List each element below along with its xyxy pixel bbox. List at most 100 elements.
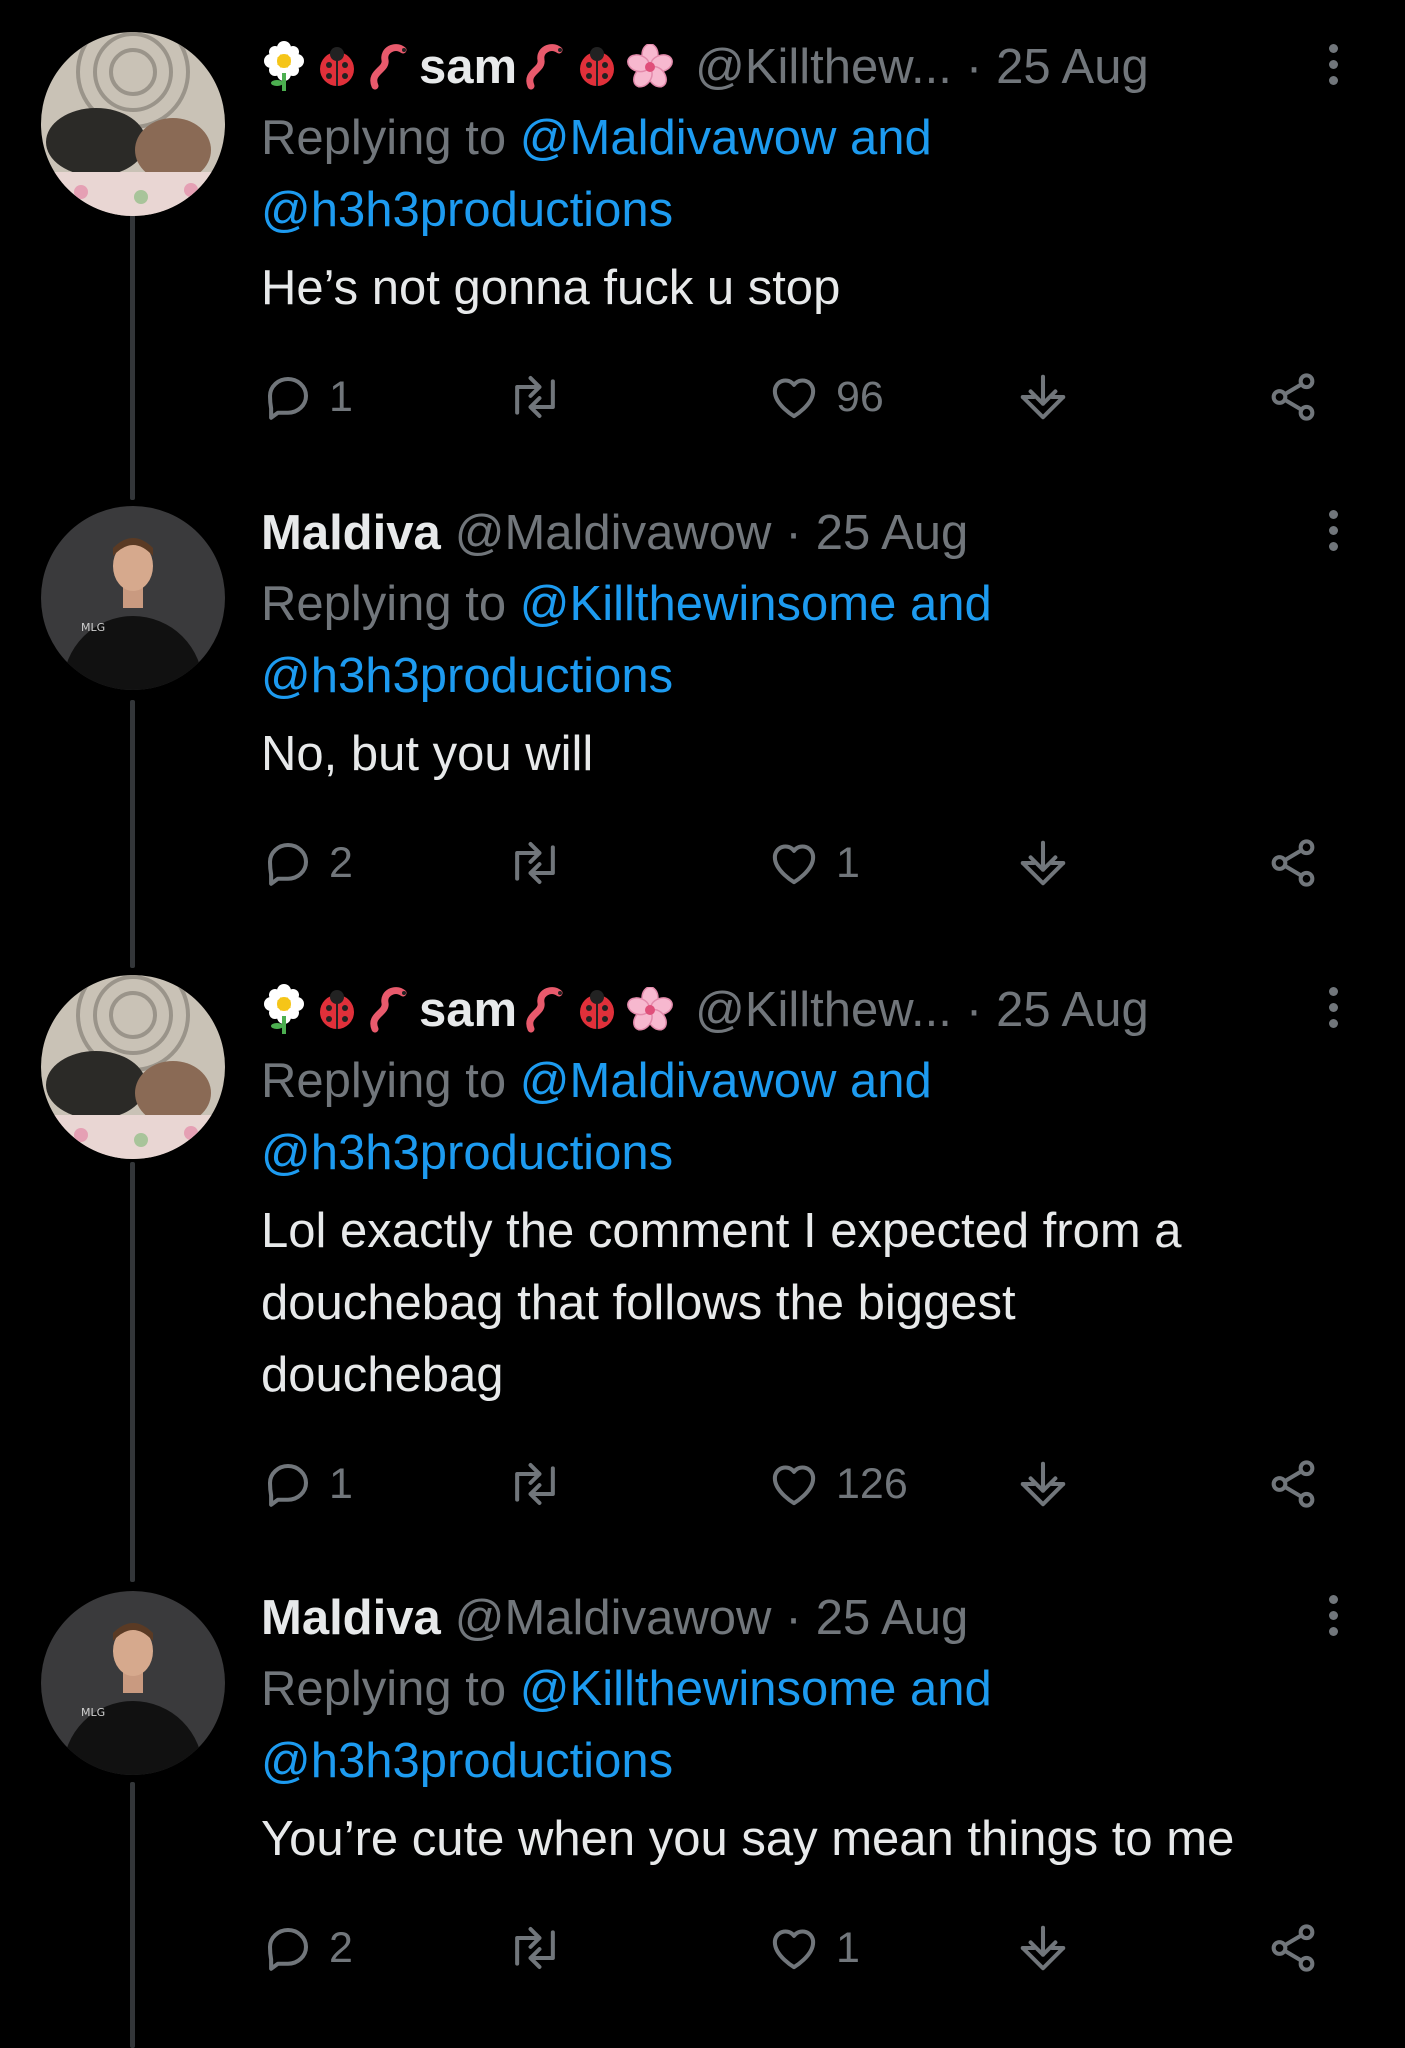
reply-icon xyxy=(267,842,309,886)
save-icon xyxy=(1020,1925,1066,1971)
save-icon xyxy=(1020,374,1066,420)
tweet-date[interactable]: 25 Aug xyxy=(816,498,969,568)
avatar[interactable]: MLG xyxy=(41,1591,225,1775)
like-icon xyxy=(772,844,816,885)
display-name[interactable]: Maldiva xyxy=(261,1583,441,1653)
tweet-actions: 1 126 xyxy=(261,1449,1341,1519)
mention-link[interactable]: @Maldivawow and xyxy=(520,111,932,165)
more-icon[interactable] xyxy=(1319,44,1347,92)
like-button[interactable]: 1 xyxy=(766,828,860,898)
more-icon[interactable] xyxy=(1319,987,1347,1035)
mention-link[interactable]: @h3h3productions xyxy=(261,1734,673,1788)
like-count: 96 xyxy=(836,372,884,421)
mention-link[interactable]: @h3h3productions xyxy=(261,1126,673,1180)
worm-emoji xyxy=(523,985,567,1035)
retweet-icon xyxy=(515,842,555,884)
user-handle[interactable]: @Maldivawow xyxy=(455,1583,772,1653)
tweet-text: He’s not gonna fuck u stop xyxy=(261,252,1341,324)
mention-link[interactable]: @Maldivawow and xyxy=(520,1054,932,1108)
display-name[interactable]: Maldiva xyxy=(261,498,441,568)
share-icon xyxy=(1271,839,1315,887)
retweet-button[interactable] xyxy=(506,1913,578,1983)
retweet-icon xyxy=(515,1927,555,1969)
like-icon xyxy=(772,378,816,419)
reply-icon xyxy=(267,1927,309,1971)
replying-to: Replying to @Maldivawow and @h3h3product… xyxy=(261,1045,1341,1189)
tweet-text-line: No, but you will xyxy=(261,727,594,781)
share-button[interactable] xyxy=(1266,828,1320,898)
reply-button[interactable]: 1 xyxy=(261,1449,353,1519)
user-handle[interactable]: @Killthew... xyxy=(695,975,952,1045)
mention-link[interactable]: @h3h3productions xyxy=(261,649,673,703)
mention-link[interactable]: @h3h3productions xyxy=(261,183,673,237)
share-button[interactable] xyxy=(1266,1449,1320,1519)
download-button[interactable] xyxy=(1016,828,1070,898)
reply-button[interactable]: 2 xyxy=(261,1913,353,1983)
share-button[interactable] xyxy=(1266,1913,1320,1983)
like-count: 1 xyxy=(836,1923,860,1972)
retweet-button[interactable] xyxy=(506,1449,578,1519)
mention-link[interactable]: @Killthewinsome and xyxy=(520,577,992,631)
ladybug-emoji xyxy=(315,988,359,1032)
display-name[interactable]: sam xyxy=(419,32,517,102)
download-button[interactable] xyxy=(1016,1913,1070,1983)
like-icon xyxy=(772,1929,816,1970)
more-icon[interactable] xyxy=(1319,510,1347,558)
worm-emoji xyxy=(367,985,411,1035)
download-button[interactable] xyxy=(1016,362,1070,432)
replying-prefix: Replying to xyxy=(261,111,507,165)
save-icon xyxy=(1020,840,1066,886)
tweet-date[interactable]: 25 Aug xyxy=(816,1583,969,1653)
tweet-date[interactable]: 25 Aug xyxy=(996,32,1149,102)
retweet-button[interactable] xyxy=(506,828,578,898)
reply-button[interactable]: 1 xyxy=(261,362,353,432)
worm-emoji xyxy=(523,42,567,92)
cherry-blossom-emoji xyxy=(627,44,673,90)
reply-button[interactable]: 2 xyxy=(261,828,353,898)
like-count: 126 xyxy=(836,1459,908,1508)
reply-count: 1 xyxy=(329,1459,353,1508)
avatar[interactable]: MLG xyxy=(41,506,225,690)
like-button[interactable]: 126 xyxy=(766,1449,908,1519)
user-handle[interactable]: @Killthew... xyxy=(695,32,952,102)
replying-prefix: Replying to xyxy=(261,1662,507,1716)
replying-prefix: Replying to xyxy=(261,1054,507,1108)
worm-emoji xyxy=(367,42,411,92)
save-icon xyxy=(1020,1461,1066,1507)
maldiva-avatar-image: MLG xyxy=(41,1591,225,1775)
tweet-actions: 2 1 xyxy=(261,828,1341,898)
sam-avatar-image xyxy=(41,32,225,216)
reply-count: 2 xyxy=(329,838,353,887)
tweet-actions: 1 96 xyxy=(261,362,1341,432)
svg-text:MLG: MLG xyxy=(81,621,105,634)
flower-emoji xyxy=(261,41,307,93)
download-button[interactable] xyxy=(1016,1449,1070,1519)
more-icon[interactable] xyxy=(1319,1595,1347,1643)
share-button[interactable] xyxy=(1266,362,1320,432)
display-name[interactable]: sam xyxy=(419,975,517,1045)
tweet-text: No, but you will xyxy=(261,718,1341,790)
tweet-header: Maldiva @Maldivawow · 25 Aug xyxy=(261,1583,1341,1653)
share-icon xyxy=(1271,1924,1315,1972)
avatar[interactable] xyxy=(41,975,225,1159)
avatar[interactable] xyxy=(41,32,225,216)
ladybug-emoji xyxy=(315,45,359,89)
tweet-header: Maldiva @Maldivawow · 25 Aug xyxy=(261,498,1341,568)
separator-dot: · xyxy=(785,1591,802,1645)
tweet-text: You’re cute when you say mean things to … xyxy=(261,1803,1341,1875)
reply-icon xyxy=(267,1463,309,1507)
like-button[interactable]: 1 xyxy=(766,1913,860,1983)
tweet-date[interactable]: 25 Aug xyxy=(996,975,1149,1045)
retweet-button[interactable] xyxy=(506,362,578,432)
user-handle[interactable]: @Maldivawow xyxy=(455,498,772,568)
tweet-text-line: He’s not gonna fuck u stop xyxy=(261,261,841,315)
svg-text:MLG: MLG xyxy=(81,1706,105,1719)
thread-line xyxy=(130,1782,135,2048)
thread-line xyxy=(130,1162,135,1582)
ladybug-emoji xyxy=(575,45,619,89)
like-count: 1 xyxy=(836,838,860,887)
tweet-text-line: douchebag xyxy=(261,1348,504,1402)
mention-link[interactable]: @Killthewinsome and xyxy=(520,1662,992,1716)
tweet-header: sam @Killthew... · 25 Aug xyxy=(261,32,1341,102)
like-button[interactable]: 96 xyxy=(766,362,884,432)
